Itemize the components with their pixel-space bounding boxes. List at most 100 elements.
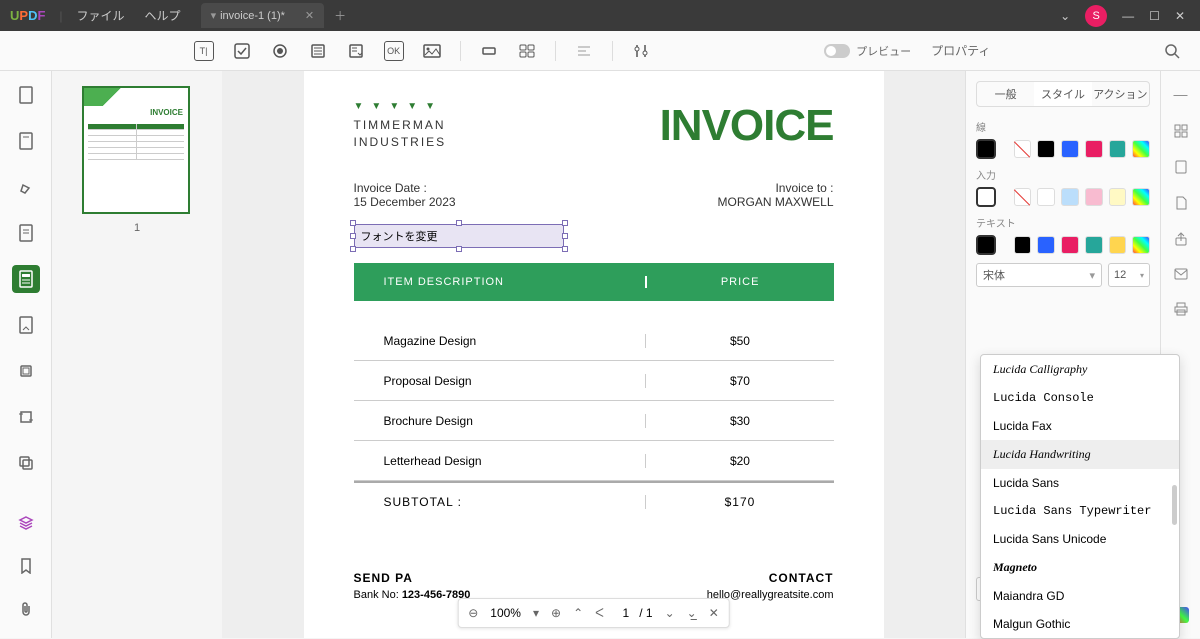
image-tool-icon[interactable] bbox=[422, 41, 442, 61]
font-option[interactable]: Lucida Sans Unicode bbox=[981, 525, 1179, 553]
text-color-blue[interactable] bbox=[1037, 236, 1055, 254]
border-color-black[interactable] bbox=[1037, 140, 1055, 158]
font-size-select[interactable]: 12▾ bbox=[1108, 263, 1150, 287]
menu-file[interactable]: ファイル bbox=[67, 7, 135, 24]
font-option[interactable]: Malgun Gothic bbox=[981, 610, 1179, 638]
sidebar-page-icon[interactable] bbox=[12, 81, 40, 109]
text-field-tool-icon[interactable]: T| bbox=[194, 41, 214, 61]
align-tool-icon[interactable] bbox=[574, 41, 594, 61]
tab-action[interactable]: アクション bbox=[1092, 82, 1149, 106]
prev-page-button[interactable]: ᐸ bbox=[595, 606, 604, 620]
add-tab-button[interactable]: ＋ bbox=[334, 7, 346, 24]
border-color-current[interactable] bbox=[976, 139, 996, 159]
font-option[interactable]: Lucida Sans bbox=[981, 469, 1179, 497]
zoom-level[interactable]: 100% bbox=[490, 606, 521, 620]
minimize-icon[interactable]: — bbox=[1122, 9, 1134, 23]
text-color-black[interactable] bbox=[1014, 236, 1032, 254]
text-color-red[interactable] bbox=[1061, 236, 1079, 254]
font-option[interactable]: Magneto bbox=[981, 553, 1179, 582]
page-input[interactable] bbox=[616, 606, 636, 620]
sidebar-highlight-icon[interactable] bbox=[12, 173, 40, 201]
font-dropdown[interactable]: Lucida CalligraphyLucida ConsoleLucida F… bbox=[980, 354, 1180, 639]
zoom-in-button[interactable]: ⊕ bbox=[551, 606, 561, 620]
text-color-teal[interactable] bbox=[1085, 236, 1103, 254]
radio-tool-icon[interactable] bbox=[270, 41, 290, 61]
multi-field-icon[interactable] bbox=[517, 41, 537, 61]
font-option[interactable]: Maiandra GD bbox=[981, 582, 1179, 610]
menu-help[interactable]: ヘルプ bbox=[135, 7, 191, 24]
sidebar-comment-icon[interactable] bbox=[12, 219, 40, 247]
user-avatar[interactable]: S bbox=[1085, 5, 1107, 27]
right-mail-icon[interactable] bbox=[1174, 268, 1188, 280]
document-area[interactable]: ▼▼▼▼▼ TIMMERMAN INDUSTRIES INVOICE Invoi… bbox=[222, 71, 965, 638]
list-tool-icon[interactable] bbox=[308, 41, 328, 61]
font-option[interactable]: Lucida Console bbox=[981, 384, 1179, 412]
font-option[interactable]: Lucida Fax bbox=[981, 412, 1179, 440]
table-row: Proposal Design$70 bbox=[354, 361, 834, 401]
zoom-dropdown-icon[interactable]: ▾ bbox=[533, 606, 539, 620]
right-export-icon[interactable] bbox=[1174, 232, 1188, 246]
font-option[interactable]: Lucida Sans Typewriter bbox=[981, 497, 1179, 525]
right-file-icon[interactable] bbox=[1175, 196, 1187, 210]
fill-color-lightyellow[interactable] bbox=[1109, 188, 1127, 206]
chevron-down-icon[interactable]: ⌄ bbox=[1060, 9, 1070, 23]
fill-color-white[interactable] bbox=[1037, 188, 1055, 206]
document-tab[interactable]: ▾ invoice-1 (1)* ✕ bbox=[201, 3, 325, 28]
form-text-input[interactable] bbox=[354, 224, 564, 248]
right-grid-icon[interactable] bbox=[1174, 124, 1188, 138]
company-logo-icons: ▼▼▼▼▼ bbox=[354, 101, 447, 112]
checkbox-tool-icon[interactable] bbox=[232, 41, 252, 61]
sidebar-copy-icon[interactable] bbox=[12, 449, 40, 477]
text-color-rainbow[interactable] bbox=[1132, 236, 1150, 254]
page-thumbnail[interactable]: INVOICE bbox=[82, 86, 190, 214]
border-color-teal[interactable] bbox=[1109, 140, 1127, 158]
first-page-button[interactable]: ⌃ bbox=[573, 606, 583, 620]
font-family-select[interactable]: 宋体▾ bbox=[976, 263, 1102, 287]
maximize-icon[interactable]: ☐ bbox=[1149, 9, 1160, 23]
border-color-none[interactable] bbox=[1014, 140, 1032, 158]
fill-color-rainbow[interactable] bbox=[1132, 188, 1150, 206]
border-color-rainbow[interactable] bbox=[1132, 140, 1150, 158]
sidebar-organize-icon[interactable] bbox=[12, 311, 40, 339]
close-window-icon[interactable]: ✕ bbox=[1175, 9, 1185, 23]
fill-color-pink[interactable] bbox=[1085, 188, 1103, 206]
text-section-label: テキスト bbox=[976, 215, 1150, 230]
right-page-icon[interactable] bbox=[1175, 160, 1187, 174]
sidebar-bookmark-icon[interactable] bbox=[12, 552, 40, 580]
sidebar-protect-icon[interactable] bbox=[12, 357, 40, 385]
sidebar-form-icon[interactable] bbox=[12, 265, 40, 293]
close-tab-icon[interactable]: ✕ bbox=[305, 9, 314, 22]
fill-color-current[interactable] bbox=[976, 187, 996, 207]
single-field-icon[interactable] bbox=[479, 41, 499, 61]
sidebar-layers-icon[interactable] bbox=[12, 509, 40, 537]
left-sidebar bbox=[0, 71, 52, 638]
border-color-red[interactable] bbox=[1085, 140, 1103, 158]
font-option[interactable]: Lucida Calligraphy bbox=[981, 355, 1179, 384]
text-color-current[interactable] bbox=[976, 235, 996, 255]
sidebar-attachment-icon[interactable] bbox=[12, 595, 40, 623]
dropdown-tool-icon[interactable] bbox=[346, 41, 366, 61]
border-color-blue[interactable] bbox=[1061, 140, 1079, 158]
fill-color-none[interactable] bbox=[1014, 188, 1032, 206]
sidebar-edit-icon[interactable] bbox=[12, 127, 40, 155]
next-page-button[interactable]: ⌄ bbox=[665, 606, 675, 620]
fill-section-label: 入力 bbox=[976, 167, 1150, 182]
right-print-icon[interactable] bbox=[1174, 302, 1188, 316]
button-tool-icon[interactable]: OK bbox=[384, 41, 404, 61]
settings-tool-icon[interactable] bbox=[631, 41, 651, 61]
font-option[interactable]: Lucida Handwriting bbox=[981, 440, 1179, 469]
page-navigation: ⊖ 100% ▾ ⊕ ⌃ ᐸ / 1 ⌄ ⌄̲ ✕ bbox=[457, 598, 730, 628]
close-nav-button[interactable]: ✕ bbox=[709, 606, 719, 620]
tab-style[interactable]: スタイル bbox=[1034, 82, 1091, 106]
right-collapse-icon[interactable]: — bbox=[1174, 86, 1188, 102]
preview-toggle[interactable]: プレビュー bbox=[824, 43, 911, 59]
text-color-yellow[interactable] bbox=[1109, 236, 1127, 254]
dropdown-scrollbar[interactable] bbox=[1172, 485, 1177, 525]
selected-form-field[interactable] bbox=[354, 224, 564, 248]
tab-general[interactable]: 一般 bbox=[977, 82, 1034, 106]
last-page-button[interactable]: ⌄̲ bbox=[687, 606, 697, 620]
sidebar-crop-icon[interactable] bbox=[12, 403, 40, 431]
zoom-out-button[interactable]: ⊖ bbox=[468, 606, 478, 620]
fill-color-lightblue[interactable] bbox=[1061, 188, 1079, 206]
search-icon[interactable] bbox=[1164, 43, 1180, 59]
